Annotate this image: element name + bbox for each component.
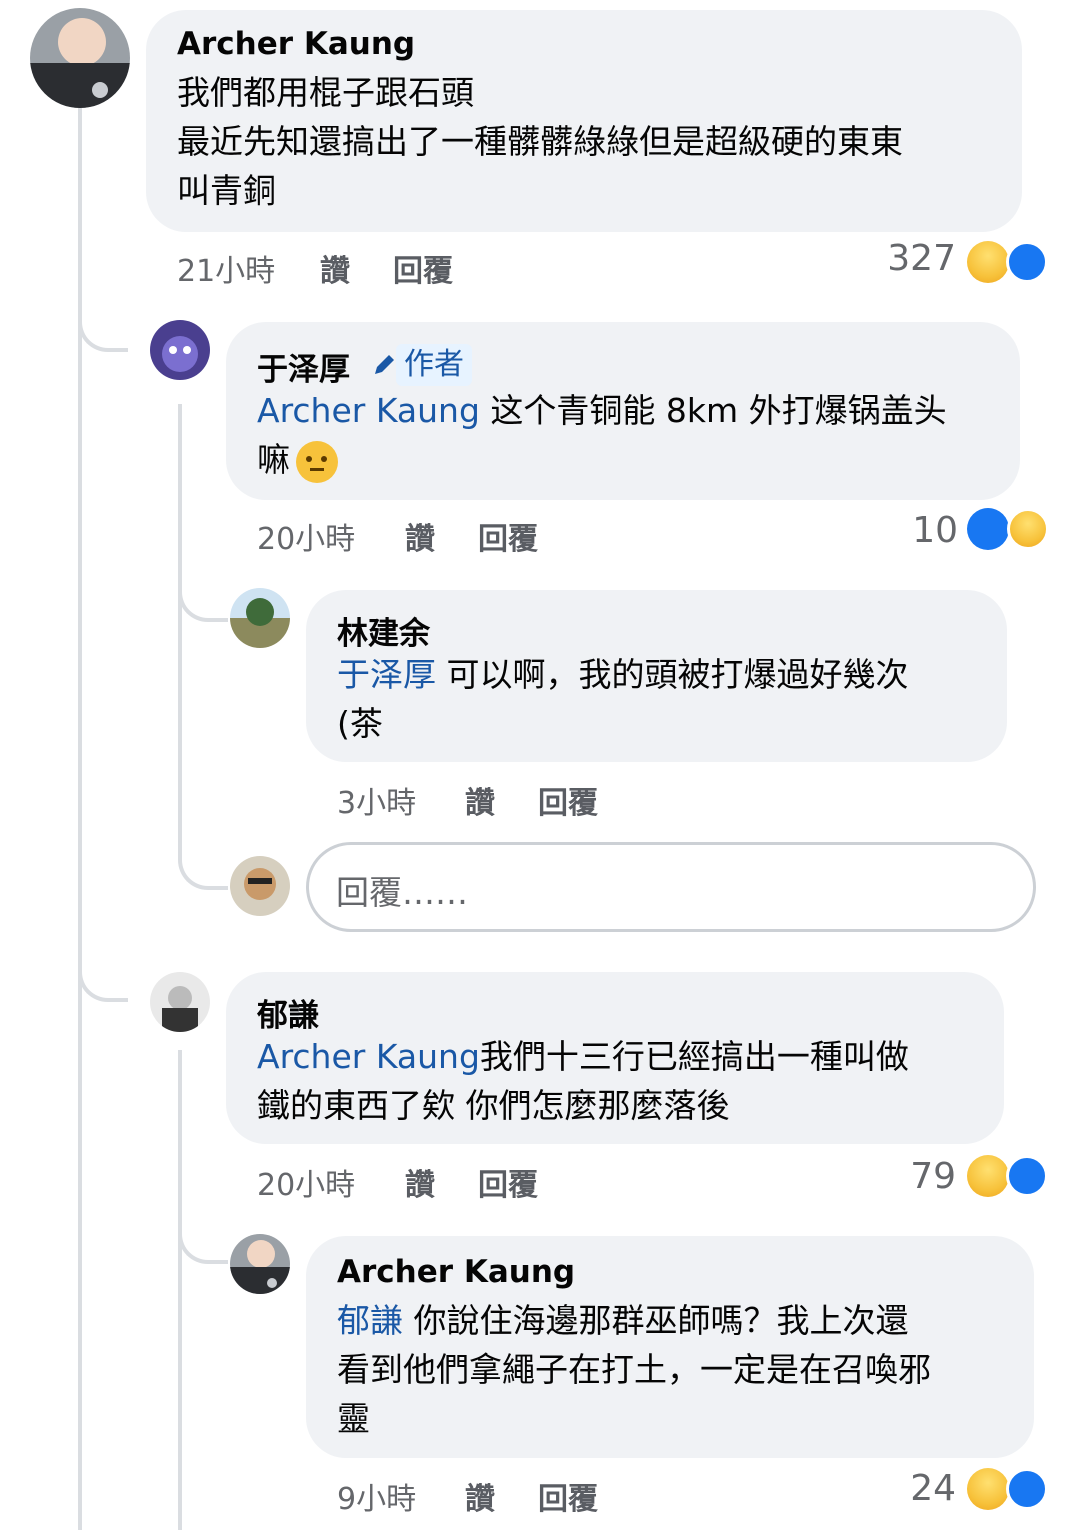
like-button[interactable]: 讚 (405, 514, 435, 558)
reply-button[interactable]: 回覆 (538, 778, 598, 822)
comment-author[interactable]: 郁謙 (257, 990, 319, 1035)
thread-line-sub (178, 404, 182, 854)
comment-author[interactable]: Archer Kaung (177, 26, 415, 62)
reply-placeholder: 回覆…… (336, 873, 468, 912)
thread-connector (78, 950, 128, 1002)
thread-connector (78, 300, 128, 352)
thread-connector (178, 838, 228, 890)
thinking-emoji-icon (296, 440, 338, 483)
like-button[interactable]: 讚 (320, 246, 350, 290)
comment-meta: 20小時 讚 回覆 (257, 1160, 657, 1203)
thread-connector (178, 1212, 228, 1264)
like-reaction-icon (1006, 1155, 1048, 1197)
comment-text: 于泽厚 可以啊，我的頭被打爆過好幾次 (茶 (337, 655, 909, 743)
reply-button[interactable]: 回覆 (478, 1160, 538, 1204)
avatar[interactable] (230, 1234, 290, 1294)
comment-meta: 3小時 讚 回覆 (337, 778, 737, 821)
like-reaction-icon (967, 508, 1009, 550)
reply-button[interactable]: 回覆 (478, 514, 538, 558)
reply-button[interactable]: 回覆 (393, 246, 453, 290)
comment-meta: 9小時 讚 回覆 (337, 1474, 737, 1517)
comment-meta: 21小時 讚 回覆 (177, 246, 577, 289)
like-reaction-icon (1006, 241, 1048, 283)
like-button[interactable]: 讚 (465, 1474, 495, 1518)
mention-link[interactable]: Archer Kaung (257, 1037, 480, 1076)
reaction-count[interactable]: 327 (866, 238, 956, 279)
avatar[interactable] (230, 588, 290, 648)
mention-link[interactable]: 郁謙 (337, 1301, 403, 1340)
haha-reaction-icon (967, 1468, 1009, 1510)
haha-reaction-icon (967, 1155, 1009, 1197)
thread-line-sub (178, 1050, 182, 1530)
avatar[interactable] (150, 972, 210, 1032)
comment-text: Archer Kaung 这个青铜能 8km 外打爆锅盖头 嘛 (257, 386, 1007, 484)
timestamp[interactable]: 3小時 (337, 778, 416, 822)
comment-author[interactable]: Archer Kaung (337, 1254, 575, 1290)
pencil-icon (372, 351, 398, 377)
comment-text: Archer Kaung我們十三行已經搞出一種叫做 鐵的東西了欸 你們怎麼那麼落… (257, 1037, 909, 1125)
timestamp[interactable]: 21小時 (177, 246, 275, 290)
comment-author[interactable]: 于泽厚 (257, 344, 350, 389)
like-button[interactable]: 讚 (405, 1160, 435, 1204)
author-badge: 作者 (396, 344, 472, 386)
avatar[interactable] (150, 320, 210, 380)
reaction-count[interactable]: 10 (868, 510, 958, 551)
current-user-avatar (230, 856, 290, 916)
reply-button[interactable]: 回覆 (538, 1474, 598, 1518)
mention-link[interactable]: 于泽厚 (337, 655, 436, 694)
reaction-count[interactable]: 79 (866, 1156, 956, 1197)
timestamp[interactable]: 9小時 (337, 1474, 416, 1518)
timestamp[interactable]: 20小時 (257, 1160, 355, 1204)
mention-link[interactable]: Archer Kaung (257, 391, 480, 430)
thread-connector (178, 570, 228, 622)
comment-meta: 20小時 讚 回覆 (257, 514, 657, 557)
timestamp[interactable]: 20小時 (257, 514, 355, 558)
like-button[interactable]: 讚 (465, 778, 495, 822)
comment-author[interactable]: 林建余 (337, 608, 430, 653)
reaction-count[interactable]: 24 (866, 1468, 956, 1509)
comment-text: 郁謙 你說住海邊那群巫師嗎？我上次還 看到他們拿繩子在打土，一定是在召喚邪 靈 (337, 1301, 931, 1438)
avatar[interactable] (30, 8, 130, 108)
comment-text: 我們都用棍子跟石頭 最近先知還搞出了一種髒髒綠綠但是超級硬的東東 叫青銅 (177, 73, 903, 210)
like-reaction-icon (1006, 1468, 1048, 1510)
haha-reaction-icon (1007, 508, 1049, 550)
haha-reaction-icon (967, 241, 1009, 283)
